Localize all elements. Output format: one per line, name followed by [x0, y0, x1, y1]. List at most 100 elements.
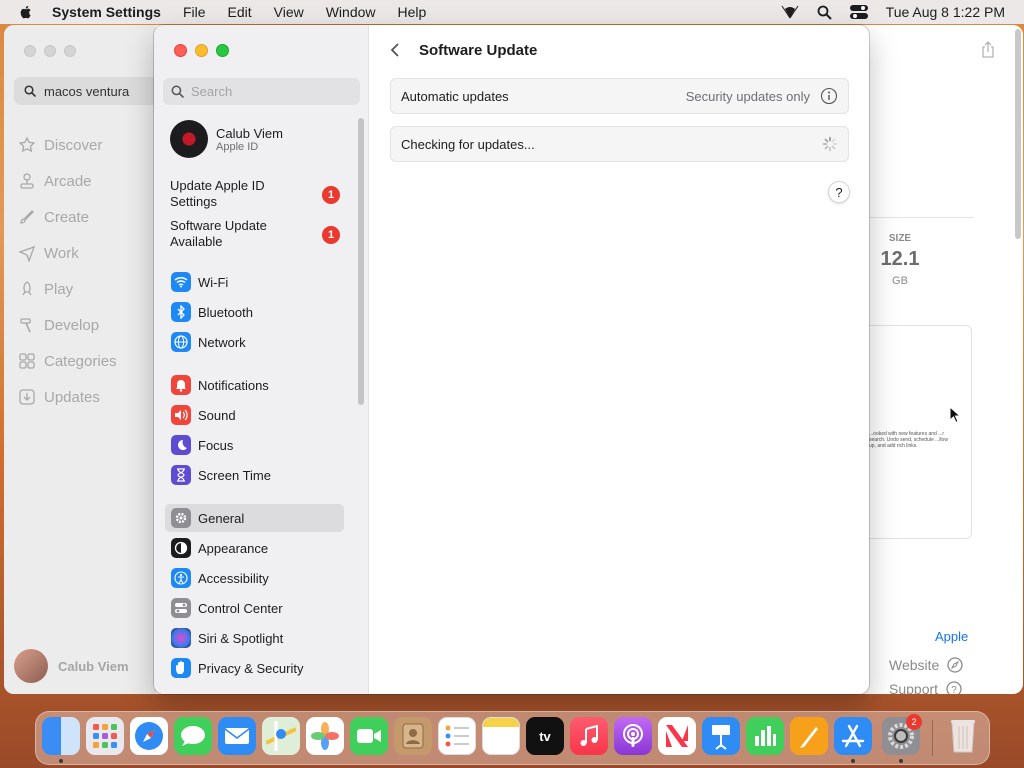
sidebar-item-label: Privacy & Security — [198, 660, 304, 676]
bell-icon — [171, 375, 191, 395]
developer-link[interactable]: Apple — [935, 629, 968, 644]
dock-photos-icon[interactable] — [306, 717, 344, 755]
sidebar-item-label: Focus — [198, 437, 234, 453]
sidebar-item-bluetooth[interactable]: Bluetooth — [165, 298, 344, 326]
running-indicator — [899, 759, 903, 763]
dock-messages-icon[interactable] — [174, 717, 212, 755]
nav-updates[interactable]: Updates — [18, 379, 117, 415]
page-title: Software Update — [419, 42, 538, 59]
minimize-button[interactable] — [44, 45, 56, 57]
notice-software-update[interactable]: Software Update Available 1 — [170, 218, 340, 250]
zoom-button[interactable] — [216, 44, 229, 57]
sidebar-item-sound[interactable]: Sound — [165, 401, 344, 429]
sidebar-item-appearance[interactable]: Appearance — [165, 534, 344, 562]
dock-music-icon[interactable] — [570, 717, 608, 755]
nav-discover-label: Discover — [44, 136, 103, 154]
dock-facetime-icon[interactable] — [350, 717, 388, 755]
nav-arcade[interactable]: Arcade — [18, 163, 117, 199]
screenshot-card[interactable]: ...ooked with new features and ...r sear… — [869, 325, 972, 539]
nav-work[interactable]: Work — [18, 235, 117, 271]
app-store-search-field[interactable]: macos ventura — [14, 77, 164, 105]
nav-discover[interactable]: Discover — [18, 127, 117, 163]
support-link[interactable]: Support? — [889, 681, 962, 694]
dock-app-store-icon[interactable] — [834, 717, 872, 755]
zoom-button[interactable] — [64, 45, 76, 57]
nav-play[interactable]: Play — [18, 271, 117, 307]
sidebar-item-network[interactable]: Network — [165, 328, 344, 356]
nav-create[interactable]: Create — [18, 199, 117, 235]
nav-develop[interactable]: Develop — [18, 307, 117, 343]
dock-pages-icon[interactable] — [790, 717, 828, 755]
app-store-account[interactable]: Calub Viem — [14, 649, 129, 683]
menu-view[interactable]: View — [274, 4, 304, 20]
checking-updates-label: Checking for updates... — [401, 136, 535, 152]
info-icon[interactable] — [820, 87, 838, 105]
spotlight-icon[interactable] — [817, 5, 832, 20]
close-button[interactable] — [174, 44, 187, 57]
app-store-search-value: macos ventura — [44, 83, 130, 99]
nav-develop-label: Develop — [44, 316, 100, 334]
joystick-icon — [20, 173, 34, 189]
sidebar-item-privacy-security[interactable]: Privacy & Security — [165, 654, 344, 682]
notice-update-apple-id[interactable]: Update Apple ID Settings 1 — [170, 178, 340, 210]
menu-clock[interactable]: Tue Aug 8 1:22 PM — [886, 4, 1005, 20]
close-button[interactable] — [24, 45, 36, 57]
dock-keynote-icon[interactable] — [702, 717, 740, 755]
sidebar-item-screen-time[interactable]: Screen Time — [165, 461, 344, 489]
control-center-icon[interactable] — [849, 5, 868, 19]
dock-podcasts-icon[interactable] — [614, 717, 652, 755]
sidebar-item-notifications[interactable]: Notifications — [165, 371, 344, 399]
sidebar-item-focus[interactable]: Focus — [165, 431, 344, 459]
dock-news-icon[interactable] — [658, 717, 696, 755]
app-size-info: SIZE 12.1 GB — [869, 233, 931, 287]
wifi-status-icon[interactable] — [781, 5, 799, 19]
settings-search-field[interactable]: Search — [163, 78, 360, 105]
dock-launchpad-icon[interactable] — [86, 717, 124, 755]
apple-id-account[interactable]: Calub Viem Apple ID — [170, 120, 283, 158]
mouse-pointer-icon — [949, 406, 961, 424]
sidebar-item-control-center[interactable]: Control Center — [165, 594, 344, 622]
hourglass-icon — [171, 465, 191, 485]
minimize-button[interactable] — [195, 44, 208, 57]
automatic-updates-row[interactable]: Automatic updates Security updates only — [390, 78, 849, 114]
dock-safari-icon[interactable] — [130, 717, 168, 755]
running-indicator — [851, 759, 855, 763]
share-icon[interactable] — [981, 41, 995, 64]
back-chevron-icon[interactable] — [390, 42, 400, 63]
nav-categories[interactable]: Categories — [18, 343, 117, 379]
dock-contacts-icon[interactable] — [394, 717, 432, 755]
sidebar-item-accessibility[interactable]: Accessibility — [165, 564, 344, 592]
hand-icon — [171, 658, 191, 678]
sidebar-item-label: Bluetooth — [198, 304, 253, 320]
help-button[interactable]: ? — [828, 181, 850, 203]
sidebar-item-general[interactable]: General — [165, 504, 344, 532]
dock-maps-icon[interactable] — [262, 717, 300, 755]
dock-notes-icon[interactable] — [482, 717, 520, 755]
dock-finder-icon[interactable] — [42, 717, 80, 755]
website-link[interactable]: Website — [889, 657, 963, 673]
nav-play-label: Play — [44, 280, 74, 298]
automatic-updates-label: Automatic updates — [401, 88, 509, 104]
dock-tv-icon[interactable]: tv — [526, 717, 564, 755]
sidebar-scrollbar[interactable] — [358, 118, 364, 405]
menu-window[interactable]: Window — [326, 4, 376, 20]
app-store-scrollbar[interactable] — [1015, 29, 1021, 239]
dock-trash-icon[interactable] — [944, 717, 982, 755]
dock-mail-icon[interactable] — [218, 717, 256, 755]
svg-text:?: ? — [951, 685, 957, 694]
menu-edit[interactable]: Edit — [228, 4, 252, 20]
size-label: SIZE — [888, 233, 912, 244]
siri-icon — [171, 628, 191, 648]
question-circle-icon: ? — [946, 681, 962, 694]
sidebar-item-wifi[interactable]: Wi-Fi — [165, 268, 344, 296]
sidebar-item-siri-spotlight[interactable]: Siri & Spotlight — [165, 624, 344, 652]
menu-file[interactable]: File — [183, 4, 206, 20]
website-label: Website — [889, 657, 940, 673]
app-store-nav: Discover Arcade Create Work Play Develop… — [18, 127, 117, 415]
menu-app-name[interactable]: System Settings — [52, 4, 161, 20]
dock-reminders-icon[interactable] — [438, 717, 476, 755]
menu-help[interactable]: Help — [398, 4, 427, 20]
dock-numbers-icon[interactable] — [746, 717, 784, 755]
settings-search-placeholder: Search — [191, 84, 233, 99]
apple-menu-icon[interactable] — [18, 4, 34, 20]
